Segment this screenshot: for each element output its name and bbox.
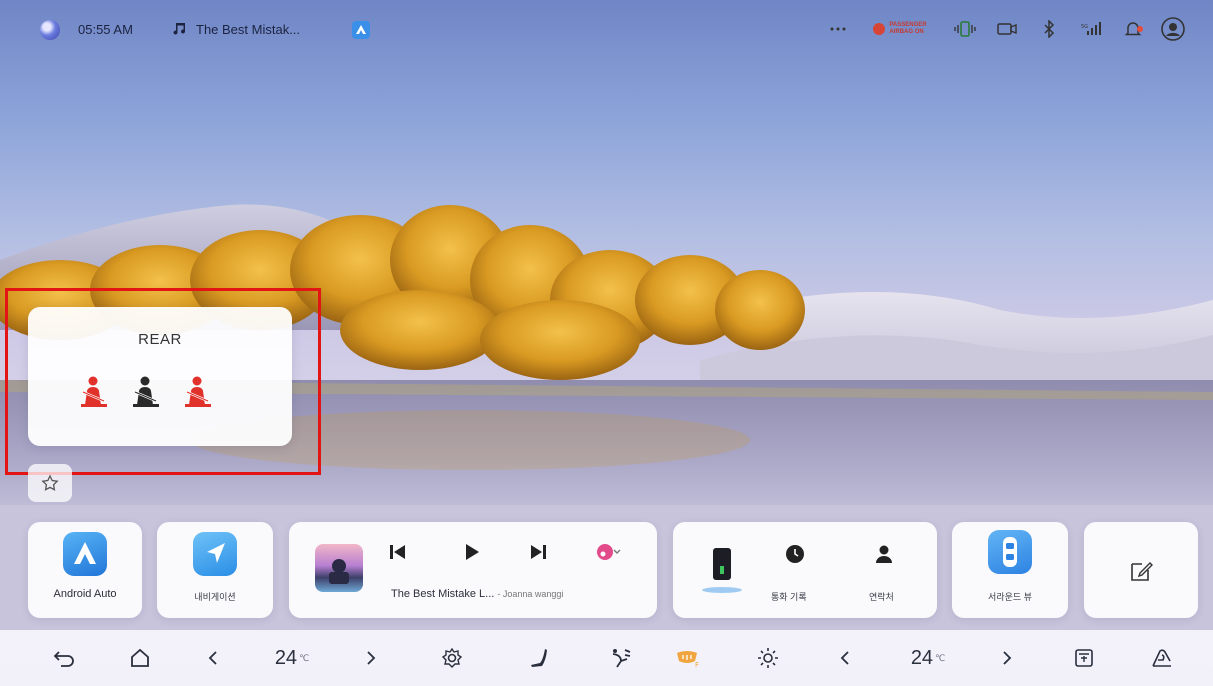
chevron-right-icon-right[interactable] (992, 630, 1022, 686)
edit-icon (1128, 558, 1154, 589)
navigation-icon (193, 532, 237, 576)
right-temperature-value: 24 (910, 646, 934, 669)
recirculation-icon[interactable] (1142, 630, 1182, 686)
signal-icon: 5G (1069, 22, 1113, 36)
surround-view-icon (988, 530, 1032, 574)
surround-view-label: 서라운드 뷰 (988, 592, 1032, 602)
back-icon[interactable] (44, 630, 84, 686)
android-auto-tile[interactable]: Android Auto (28, 522, 142, 618)
widget-toggle-button[interactable] (28, 464, 72, 502)
android-auto-label: Android Auto (53, 588, 117, 600)
contacts-icon[interactable] (874, 544, 894, 569)
phone-vibrate-icon (945, 21, 985, 37)
svg-text:5G: 5G (1081, 24, 1088, 30)
airbag-icon (873, 23, 886, 35)
track-name: The Best Mistake L... (391, 588, 495, 600)
contacts-label: 연락처 (869, 592, 894, 602)
music-note-icon (172, 20, 188, 39)
more-icon[interactable] (821, 27, 855, 31)
phone-device-icon[interactable] (699, 542, 745, 607)
track-title: The Best Mistake L... - Joanna wanggi (391, 588, 563, 600)
airbag-status: PASSENGER AIRBAG ON (855, 22, 945, 36)
heated-front-icon[interactable]: F (668, 630, 708, 686)
airbag-line2: AIRBAG ON (889, 29, 924, 35)
now-playing-title: The Best Mistak... (196, 21, 301, 37)
next-icon[interactable] (527, 540, 551, 569)
left-temperature-unit: ℃ (299, 652, 310, 663)
source-icon[interactable] (595, 541, 621, 568)
chevron-left-icon-right[interactable] (830, 630, 860, 686)
camera-icon (985, 22, 1029, 36)
bell-icon[interactable] (1113, 20, 1153, 38)
chevron-right-icon[interactable] (356, 630, 386, 686)
highlight-box (5, 288, 321, 475)
left-temperature: 24 ℃ (262, 630, 322, 686)
airbag-line1: PASSENGER (889, 22, 927, 28)
media-player-tile[interactable]: The Best Mistake L... - Joanna wanggi (289, 522, 657, 618)
navigation-label: 내비게이션 (194, 592, 236, 602)
now-playing[interactable]: The Best Mistak... (172, 12, 300, 46)
previous-icon[interactable] (385, 540, 409, 569)
phone-tile[interactable]: 통화 기록 연락처 (673, 522, 937, 618)
call-history-icon[interactable] (785, 544, 805, 569)
clock: 05:55 AM (78, 21, 133, 37)
right-temperature-unit: ℃ (935, 652, 946, 663)
status-bar: 05:55 AM The Best Mistak... PASSENGER AI… (0, 12, 1213, 46)
fan-direction-icon[interactable] (600, 630, 640, 686)
profile-icon[interactable] (1153, 17, 1193, 41)
surround-view-tile[interactable]: 서라운드 뷰 (952, 522, 1068, 618)
left-temperature-value: 24 (274, 646, 298, 669)
edit-tile[interactable] (1084, 522, 1198, 618)
star-outline-icon (41, 474, 59, 491)
bottom-bar: 24 ℃ F 24 ℃ (0, 630, 1213, 686)
right-temperature: 24 ℃ (898, 630, 958, 686)
album-art (315, 544, 363, 592)
user-orb-icon[interactable] (40, 20, 60, 40)
chevron-left-icon[interactable] (198, 630, 228, 686)
bluetooth-icon (1029, 20, 1069, 38)
call-history-label: 통화 기록 (771, 592, 807, 602)
home-icon[interactable] (120, 630, 160, 686)
artist-name: - Joanna wanggi (497, 589, 564, 599)
notification-dot (1137, 26, 1143, 32)
svg-text:F: F (695, 661, 699, 669)
sun-icon[interactable] (748, 630, 788, 686)
seat-icon[interactable] (520, 630, 560, 686)
android-auto-icon (63, 532, 107, 576)
defrost-icon[interactable] (1064, 630, 1104, 686)
gear-icon[interactable] (432, 630, 472, 686)
android-auto-mini-icon[interactable] (352, 21, 370, 39)
play-icon[interactable] (459, 540, 483, 569)
navigation-tile[interactable]: 내비게이션 (157, 522, 273, 618)
